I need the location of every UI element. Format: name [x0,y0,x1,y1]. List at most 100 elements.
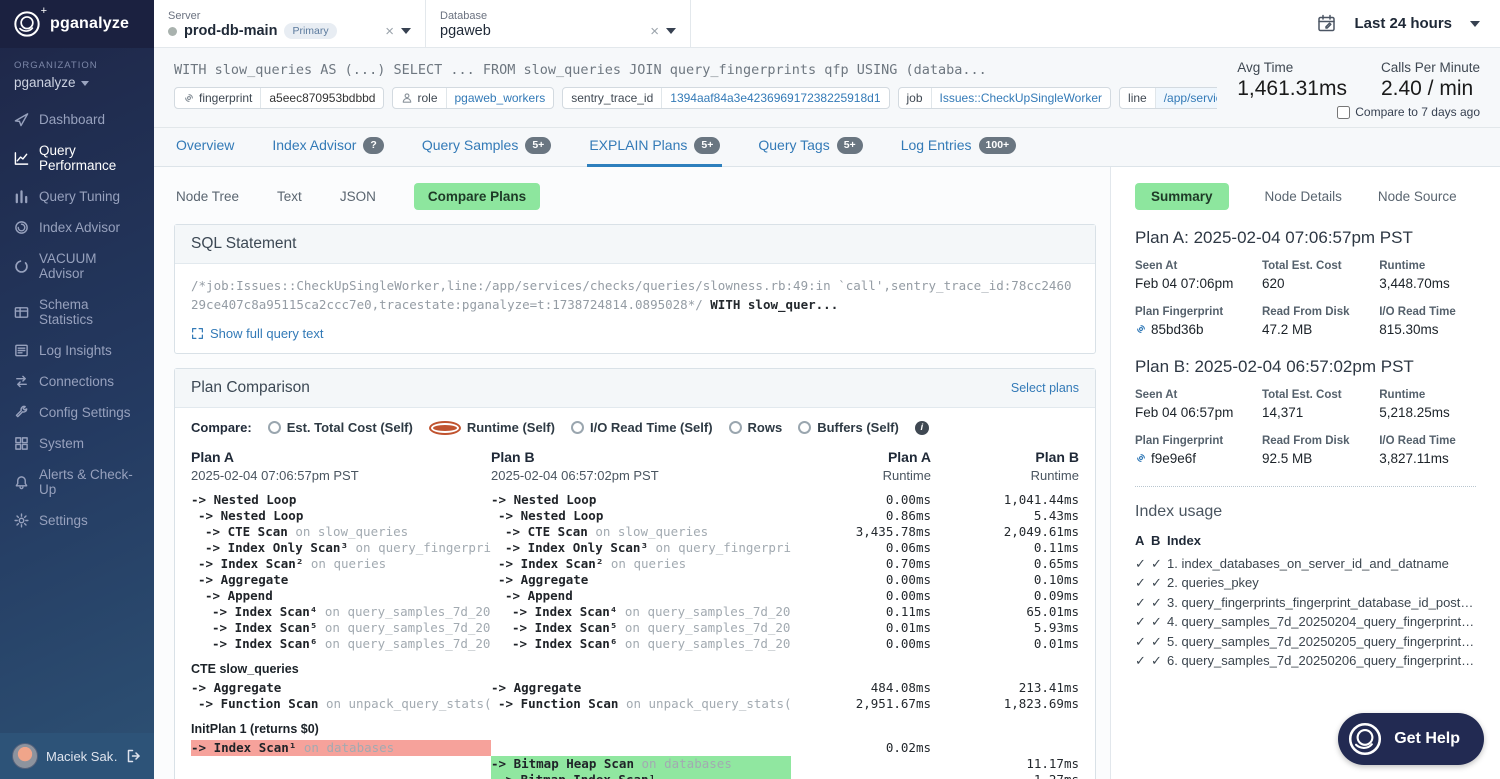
radio-icon[interactable] [428,420,461,435]
index-usage-row[interactable]: ✓ ✓ 5. query_samples_7d_20250205_query_fin… [1135,632,1476,652]
query-tag-fingerprint[interactable]: fingerprint a5eec870953bdbbd [174,87,385,109]
tab-index-advisor[interactable]: Index Advisor? [270,128,385,167]
plan-b-node[interactable]: -> Aggregate [491,680,791,696]
server-selector[interactable]: Server prod-db-main Primary × [154,0,426,47]
plan-b-node[interactable]: -> Nested Loop [491,492,791,508]
plan-b-node[interactable]: -> Index Scan⁵ on query_samples_7d_20250… [491,620,791,636]
plan-a-node[interactable]: -> Nested Loop [191,508,491,524]
subtab-compare-plans[interactable]: Compare Plans [413,182,541,210]
query-tag-line[interactable]: line/app/services/checks/queries/slownes… [1119,87,1218,109]
compare-7-days-checkbox[interactable]: Compare to 7 days ago [1337,105,1480,119]
time-range-chevron-down-icon[interactable] [1470,20,1480,27]
server-chevron-down-icon[interactable] [401,28,411,34]
plan-a-node[interactable]: -> Append [191,588,491,604]
sidebar-item-query-performance[interactable]: Query Performance [0,135,154,181]
plan-a-node[interactable]: -> Aggregate [191,572,491,588]
plan-a-node[interactable]: -> Index Scan⁶ on query_samples_7d_20250… [191,636,491,652]
index-usage-row[interactable]: ✓ ✓ 6. query_samples_7d_20250206_query_fin… [1135,651,1476,671]
details-tab-node-details[interactable]: Node Details [1265,189,1342,204]
tab-query-samples[interactable]: Query Samples 5+ [420,128,553,167]
sidebar-item-query-tuning[interactable]: Query Tuning [0,181,154,212]
sidebar-item-vacuum-advisor[interactable]: VACUUM Advisor [0,243,154,289]
show-full-query-link[interactable]: Show full query text [175,318,1095,353]
database-clear-icon[interactable]: × [650,24,659,39]
query-tag-role[interactable]: role pgaweb_workers [392,87,555,109]
plan-b-node[interactable]: -> Index Scan⁶ on query_samples_7d_20250… [491,636,791,652]
sidebar-item-system[interactable]: System [0,428,154,459]
calendar-icon[interactable] [1317,14,1336,33]
sidebar-item-config-settings[interactable]: Config Settings [0,397,154,428]
plan-b-node[interactable]: -> Bitmap Heap Scan on databases [491,756,791,773]
plan-b-node[interactable]: -> Nested Loop [491,508,791,524]
brand[interactable]: + pganalyze [0,0,154,48]
server-clear-icon[interactable]: × [385,24,394,39]
details-tab-summary[interactable]: Summary [1135,182,1229,210]
compare-option-i-o-read-time-self[interactable]: I/O Read Time (Self) [570,420,713,435]
compare-option-est-total-cost-self[interactable]: Est. Total Cost (Self) [267,420,413,435]
plan-b-node[interactable]: -> CTE Scan on slow_queries [491,524,791,540]
tab-explain-plans[interactable]: EXPLAIN Plans 5+ [587,128,723,167]
tag-value[interactable]: /app/services/checks/queries/slowness.rb… [1155,88,1218,108]
plan-a-node[interactable] [191,756,491,772]
get-help-button[interactable]: Get Help [1338,713,1484,765]
index-usage-row[interactable]: ✓ ✓ 4. query_samples_7d_20250204_query_fin… [1135,612,1476,632]
query-tag-sentry-trace-id[interactable]: sentry_trace_id 1394aaf84a3e4236969172382… [562,87,890,109]
sidebar-item-index-advisor[interactable]: Index Advisor [0,212,154,243]
compare-option-runtime-self[interactable]: Runtime (Self) [428,420,555,435]
index-usage-row[interactable]: ✓ ✓ 2. queries_pkey [1135,573,1476,593]
tab-overview[interactable]: Overview [174,128,236,167]
sidebar-item-settings[interactable]: Settings [0,505,154,536]
index-usage-row[interactable]: ✓ ✓ 1. index_databases_on_server_id_and_da… [1135,554,1476,574]
plan-a-node[interactable] [191,772,491,779]
compare-7-days-input[interactable] [1337,105,1351,119]
details-tab-node-source[interactable]: Node Source [1378,189,1457,204]
plan-b-node[interactable]: -> Index Only Scan³ on query_fingerprint… [491,540,791,556]
sidebar-item-log-insights[interactable]: Log Insights [0,335,154,366]
plan-b-node[interactable]: -> Append [491,588,791,604]
sidebar-item-alerts-check-up[interactable]: Alerts & Check-Up [0,459,154,505]
subtab-json[interactable]: JSON [340,189,376,204]
plan-b-node[interactable]: -> Index Scan⁴ on query_samples_7d_20250… [491,604,791,620]
sidebar-item-connections[interactable]: Connections [0,366,154,397]
compare-option-buffers-self[interactable]: Buffers (Self) [798,420,899,435]
compare-option-rows[interactable]: Rows [728,420,782,435]
database-chevron-down-icon[interactable] [666,28,676,34]
tag-value[interactable]: pgaweb_workers [447,88,554,108]
tab-log-entries[interactable]: Log Entries 100+ [899,128,1018,167]
query-preview[interactable]: WITH slow_queries AS (...) SELECT ... FR… [174,62,1217,78]
plan-a-node[interactable]: -> Index Scan¹ on databases [191,740,491,757]
plan-a-node[interactable]: -> Index Scan⁵ on query_samples_7d_20250… [191,620,491,636]
plan-a-node[interactable]: -> Index Scan² on queries [191,556,491,572]
plan-b-node[interactable]: -> Bitmap Index Scan¹ [491,772,791,779]
subtab-node-tree[interactable]: Node Tree [176,189,239,204]
logout-icon[interactable] [126,748,142,764]
select-plans-link[interactable]: Select plans [1011,381,1079,395]
radio-icon[interactable] [267,421,281,435]
plan-a-node[interactable]: -> Nested Loop [191,492,491,508]
radio-icon[interactable] [570,421,584,435]
plan-a-node[interactable]: -> Function Scan on unpack_query_stats(…… [191,696,491,712]
plan-a-node[interactable]: -> CTE Scan on slow_queries [191,524,491,540]
tag-value[interactable]: 1394aaf84a3e423696917238225918d1 [662,88,888,108]
plan-b-node[interactable] [491,740,791,756]
info-icon[interactable]: i [914,420,929,435]
plan-a-node[interactable]: -> Index Scan⁴ on query_samples_7d_20250… [191,604,491,620]
user-bar[interactable]: Maciek Sak… [0,733,154,779]
plan-b-node[interactable]: -> Function Scan on unpack_query_stats(…… [491,696,791,712]
sidebar-item-schema-statistics[interactable]: Schema Statistics [0,289,154,335]
time-range-selector[interactable]: Last 24 hours [1354,15,1452,32]
tab-query-tags[interactable]: Query Tags 5+ [756,128,864,167]
plan-a-node[interactable]: -> Index Only Scan³ on query_fingerprint… [191,540,491,556]
tag-value[interactable]: Issues::CheckUpSingleWorker [932,88,1111,108]
radio-icon[interactable] [728,421,742,435]
subtab-text[interactable]: Text [277,189,302,204]
org-switcher[interactable]: ORGANIZATION pganalyze [0,48,154,100]
plan-a-node[interactable]: -> Aggregate [191,680,491,696]
sidebar-item-dashboard[interactable]: Dashboard [0,104,154,135]
radio-icon[interactable] [798,421,812,435]
database-selector[interactable]: Database pgaweb × [426,0,691,47]
plan-b-node[interactable]: -> Aggregate [491,572,791,588]
query-tag-job[interactable]: job Issues::CheckUpSingleWorker [897,87,1112,109]
index-usage-row[interactable]: ✓ ✓ 3. query_fingerprints_fingerprint_data… [1135,593,1476,613]
plan-b-node[interactable]: -> Index Scan² on queries [491,556,791,572]
